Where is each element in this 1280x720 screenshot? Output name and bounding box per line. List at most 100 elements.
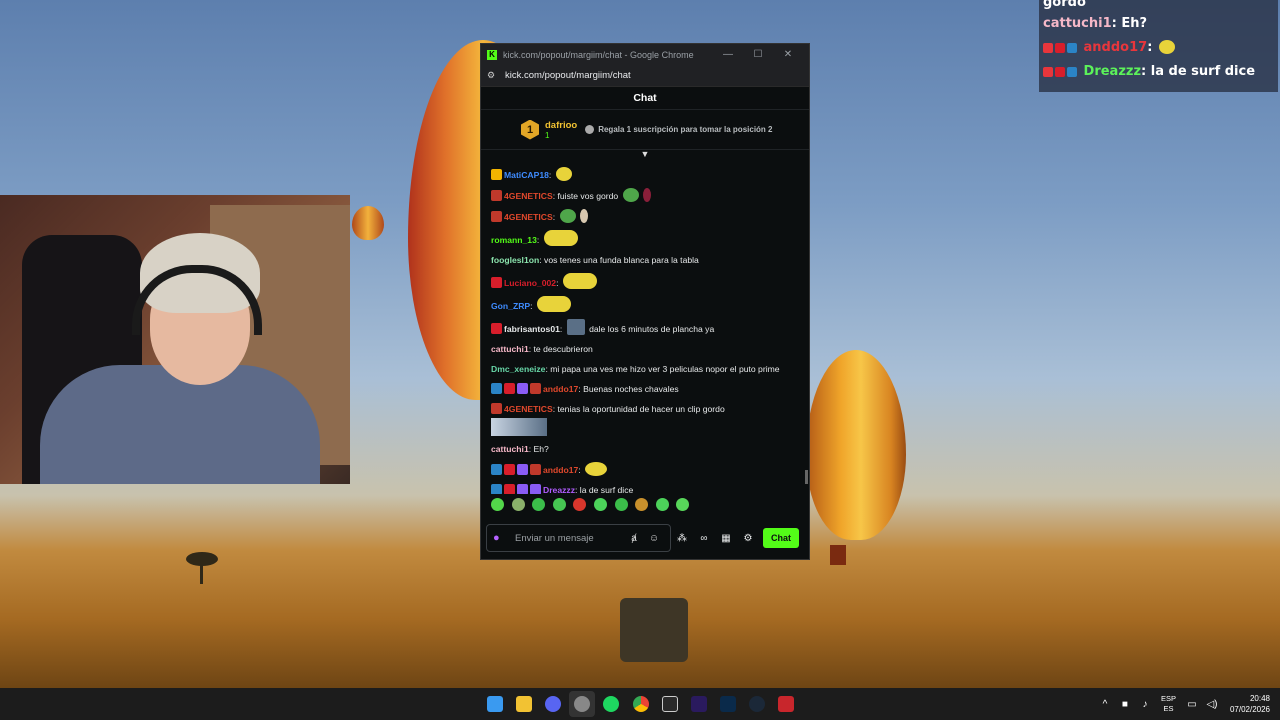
chat-message: cattuchi1: te descubrieron (491, 344, 593, 354)
sub-badge-icon (491, 323, 502, 334)
chat-username[interactable]: anddo17 (543, 384, 578, 394)
volume-icon[interactable]: ◁) (1202, 699, 1222, 710)
chat-text: mi papa una ves me hizo ver 3 peliculas … (550, 364, 780, 374)
minimize-button[interactable]: — (713, 49, 743, 60)
chat-username[interactable]: Dmc_xeneize (491, 364, 545, 374)
chat-username[interactable]: Gon_ZRP (491, 301, 530, 311)
leaderboard-count: 1 (545, 130, 550, 140)
emote-icon[interactable] (573, 497, 587, 511)
chat-username[interactable]: 4GENETICS (504, 191, 553, 201)
site-settings-icon[interactable]: ⚙ (487, 70, 505, 81)
chrome-icon[interactable] (628, 691, 654, 717)
start-button-icon[interactable] (482, 691, 508, 717)
og-badge-icon (530, 383, 541, 394)
badge-icon (491, 464, 502, 475)
chat-messages: MatiCAP18: 4GENETICS: fuiste vos gordo 4… (481, 160, 809, 494)
chat-username[interactable]: MatiCAP18 (504, 170, 549, 180)
overlay-line: Dreazzz: la de surf dice (1043, 60, 1274, 84)
badge-icon (1055, 42, 1065, 53)
chat-username[interactable]: 4GENETICS (504, 212, 553, 222)
overlay-username: gordo (1043, 0, 1086, 10)
og-badge-icon (491, 190, 502, 201)
emote-icon[interactable] (635, 497, 649, 511)
maximize-button[interactable]: ☐ (743, 49, 773, 60)
emote-icon[interactable] (491, 497, 504, 511)
chat-message: MatiCAP18: (491, 164, 799, 185)
emoji-icon[interactable]: ☺ (644, 533, 664, 544)
file-explorer-icon[interactable] (511, 691, 537, 717)
emote-icon (536, 296, 571, 312)
microphone-icon[interactable]: ● (493, 532, 515, 544)
gift-icon (585, 125, 595, 134)
chat-username[interactable]: Luciano_002 (504, 278, 556, 288)
send-chat-button[interactable]: Chat (763, 528, 799, 548)
points-icon[interactable]: ⁂ (671, 533, 693, 544)
url-text[interactable]: kick.com/popout/margiim/chat (505, 70, 631, 81)
webcam-person-body (40, 365, 320, 484)
emote-icon[interactable] (593, 497, 607, 511)
voice-app-icon[interactable] (773, 691, 799, 717)
clock[interactable]: 20:48 07/02/2026 (1230, 693, 1270, 715)
gift-badge-icon (517, 464, 528, 475)
emote-icon[interactable] (655, 497, 669, 511)
emote-icon (585, 462, 608, 476)
emote-icon (555, 167, 572, 181)
network-icon[interactable]: ▭ (1182, 699, 1202, 710)
leaderboard-user[interactable]: dafrioo 1 (545, 120, 577, 140)
close-button[interactable]: ✕ (773, 49, 803, 60)
window-titlebar[interactable]: K kick.com/popout/margiim/chat - Google … (481, 44, 809, 65)
language-indicator[interactable]: ESP ES (1161, 694, 1176, 714)
premiere-icon[interactable] (686, 691, 712, 717)
sub-badge-icon (504, 484, 515, 494)
chevron-up-icon[interactable]: ^ (1095, 699, 1115, 710)
chat-text: Eh? (533, 444, 549, 454)
emote-icon[interactable] (676, 497, 690, 511)
chat-username[interactable]: cattuchi1 (491, 444, 529, 454)
system-tray: ^ ■ ♪ ESP ES ▭ ◁) 20:48 07/02/2026 (1095, 688, 1270, 720)
chat-username[interactable]: fabrisantos01 (504, 324, 560, 334)
message-input[interactable] (515, 532, 624, 544)
chat-username[interactable]: anddo17 (543, 465, 578, 475)
emote-icon[interactable] (614, 497, 628, 511)
emote-icon[interactable] (511, 497, 525, 511)
balloon-image (806, 350, 906, 540)
sub-badge-icon (504, 383, 515, 394)
translate-icon[interactable]: ⱥ (624, 533, 644, 544)
discord-icon[interactable] (540, 691, 566, 717)
address-bar[interactable]: ⚙ kick.com/popout/margiim/chat (481, 65, 809, 87)
chat-username[interactable]: romann_13 (491, 235, 537, 245)
chrome-popup-window: K kick.com/popout/margiim/chat - Google … (480, 43, 810, 560)
photoshop-icon[interactable] (715, 691, 741, 717)
badge-icon (1067, 66, 1077, 77)
emote-icon[interactable] (532, 497, 546, 511)
steam-icon[interactable] (744, 691, 770, 717)
emote-icon (566, 319, 585, 335)
chat-username[interactable]: cattuchi1 (491, 344, 529, 354)
gear-icon[interactable]: ⚙ (737, 533, 759, 544)
clip-thumbnail (491, 418, 547, 436)
app-tray-icon[interactable]: ■ (1115, 699, 1135, 710)
spotify-icon[interactable] (598, 691, 624, 717)
message-input-box[interactable]: ● ⱥ ☺ (486, 524, 671, 552)
og-badge-icon (530, 464, 541, 475)
emote-icon[interactable] (552, 497, 566, 511)
emote-icon (559, 209, 576, 223)
lang-bottom: ES (1163, 704, 1174, 713)
chat-message: Dreazzz: la de surf dice (491, 480, 799, 494)
infinity-icon[interactable]: ∞ (693, 533, 715, 544)
webcam-feed (0, 195, 350, 484)
windows-taskbar: ^ ■ ♪ ESP ES ▭ ◁) 20:48 07/02/2026 (0, 688, 1280, 720)
gift-badge-icon (517, 484, 528, 494)
leaderboard-username[interactable]: dafrioo (545, 120, 577, 131)
obs-icon[interactable] (569, 691, 596, 717)
capture-app-icon[interactable] (657, 691, 683, 717)
chat-username[interactable]: 4GENETICS (504, 404, 553, 414)
badge-icon (530, 484, 541, 494)
chat-username[interactable]: Dreazzz (543, 485, 575, 494)
scrollbar-thumb[interactable] (805, 470, 808, 484)
store-icon[interactable]: ▦ (715, 533, 737, 544)
collapse-pinned-icon[interactable]: ▼ (481, 150, 809, 160)
microphone-icon[interactable]: ♪ (1135, 699, 1155, 710)
chat-username[interactable]: fooglesl1on (491, 255, 539, 265)
emote-icon (1158, 40, 1175, 54)
